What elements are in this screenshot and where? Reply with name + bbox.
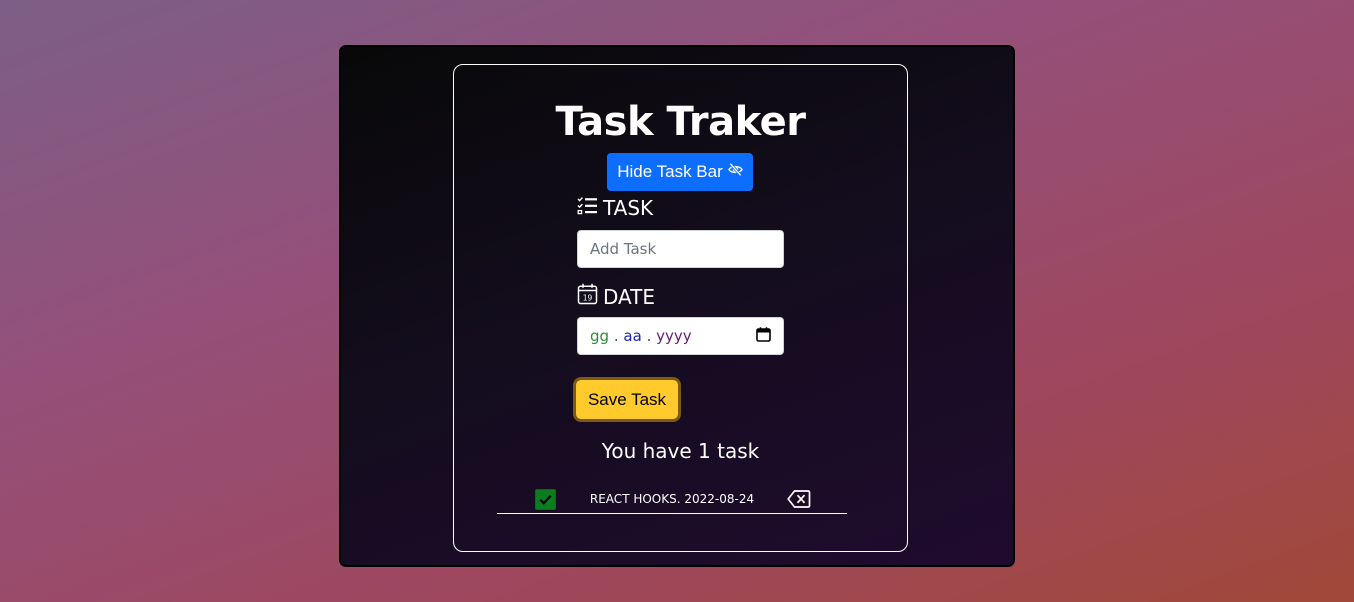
task-label-text: TASK	[603, 196, 654, 220]
task-input[interactable]	[577, 230, 784, 268]
date-label-text: DATE	[603, 284, 656, 309]
date-separator: .	[646, 327, 652, 345]
task-complete-checkbox[interactable]	[535, 489, 556, 510]
date-separator: .	[613, 327, 619, 345]
task-tracker-card: Task Traker Hide Task Bar TASK Add Task …	[453, 64, 908, 552]
calendar-icon: 19	[577, 283, 598, 310]
date-year-placeholder: yyyy	[656, 327, 692, 345]
hide-task-bar-label: Hide Task Bar	[617, 162, 723, 181]
checklist-icon	[577, 196, 598, 220]
task-count-text: You have 1 task	[601, 439, 760, 463]
date-month-placeholder: aa	[623, 327, 642, 345]
app-panel: Task Traker Hide Task Bar TASK Add Task …	[339, 45, 1015, 567]
task-item-text: REACT HOOKS. 2022-08-24	[589, 492, 755, 506]
svg-text:19: 19	[583, 294, 593, 303]
backspace-delete-icon[interactable]	[787, 489, 811, 509]
hide-task-bar-button[interactable]: Hide Task Bar	[607, 153, 753, 191]
calendar-picker-icon[interactable]	[756, 326, 771, 346]
date-field-label: 19 DATE	[577, 283, 655, 310]
date-day-placeholder: gg	[590, 327, 610, 345]
date-placeholder: gg . aa . yyyy	[590, 327, 692, 345]
eye-slash-icon	[727, 162, 743, 182]
save-task-button[interactable]: Save Task	[576, 380, 678, 419]
task-list-item: REACT HOOKS. 2022-08-24	[497, 485, 847, 514]
date-input[interactable]: gg . aa . yyyy	[577, 317, 784, 355]
task-field-label: TASK	[577, 196, 653, 220]
page-title: Task Traker	[555, 99, 806, 145]
